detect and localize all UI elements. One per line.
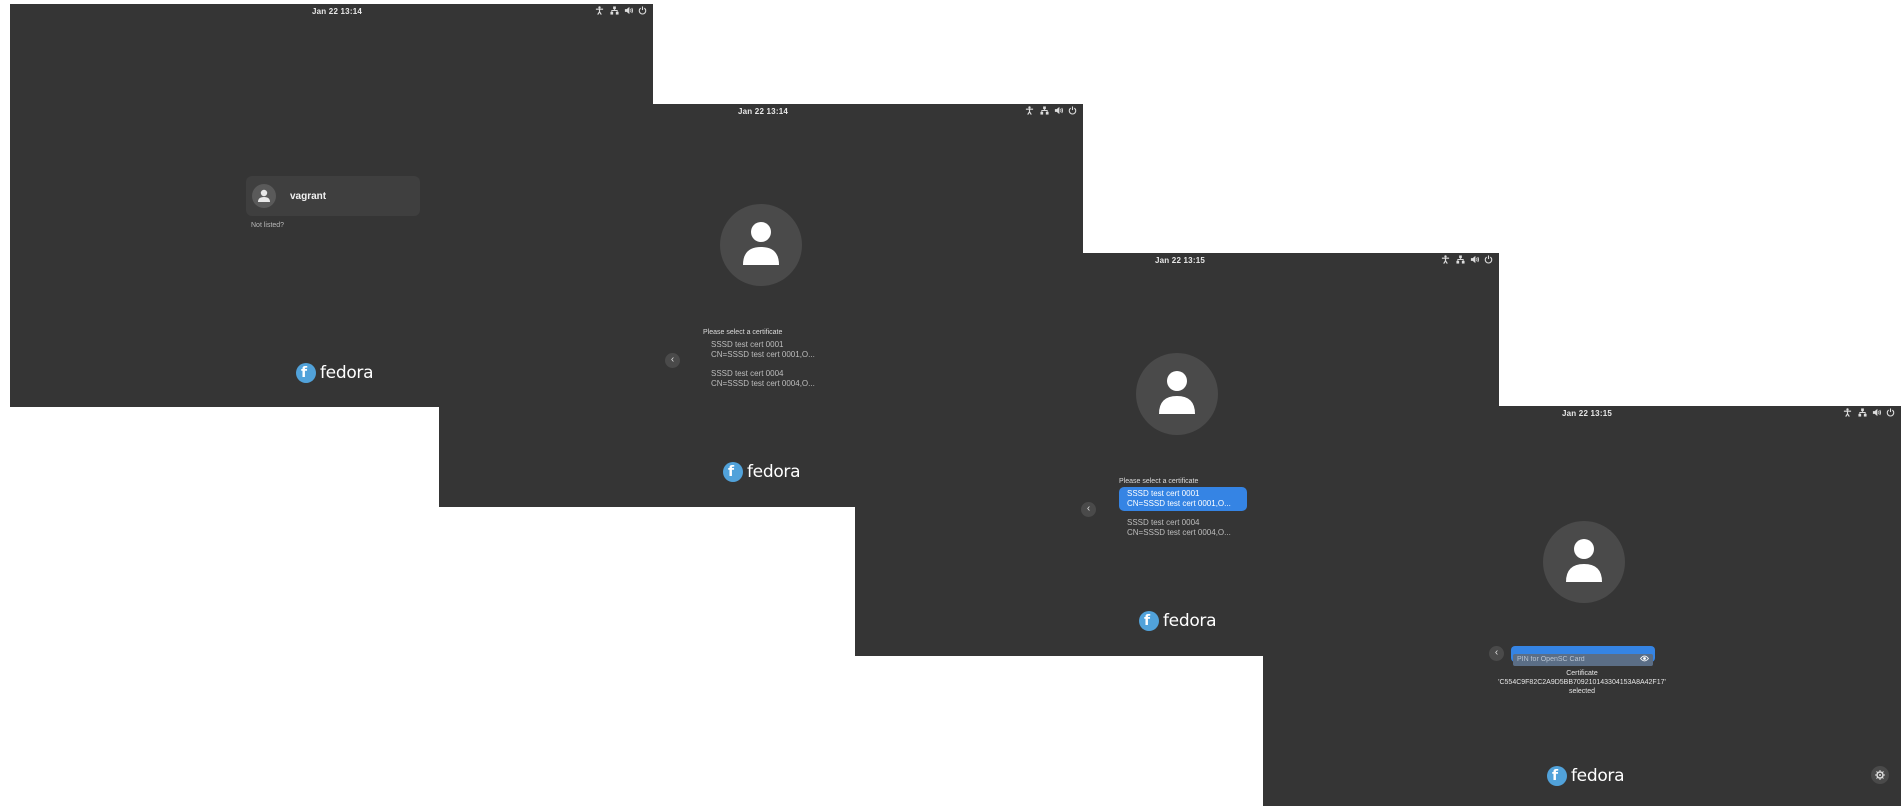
pin-input[interactable] — [1513, 653, 1653, 666]
system-tray[interactable] — [1441, 255, 1493, 264]
volume-icon[interactable] — [624, 6, 633, 15]
cert-selected-message: Certificate 'C554C9F82C2A9D5BB7092101433… — [1498, 670, 1666, 695]
fedora-logo-icon: f — [723, 462, 743, 482]
power-icon[interactable] — [1484, 255, 1493, 264]
power-icon[interactable] — [638, 6, 647, 15]
top-bar: Jan 22 13:14 — [10, 4, 653, 20]
login-screen-pin-entry: Jan 22 13:15 ‹ Certificate 'C554C9F82C2A… — [1263, 406, 1901, 806]
chevron-left-icon: ‹ — [670, 354, 675, 365]
accessibility-icon[interactable] — [595, 6, 604, 15]
clock[interactable]: Jan 22 13:15 — [1562, 409, 1612, 418]
power-icon[interactable] — [1068, 106, 1077, 115]
system-tray[interactable] — [595, 6, 647, 15]
user-icon — [258, 189, 270, 202]
cert-option[interactable]: SSSD test cert 0004 CN=SSSD test cert 00… — [703, 367, 831, 391]
fedora-logo: f fedora — [296, 363, 374, 383]
fedora-logo-icon: f — [296, 363, 316, 383]
accessibility-icon[interactable] — [1843, 408, 1852, 417]
power-icon[interactable] — [1886, 408, 1895, 417]
fedora-logo-icon: f — [1547, 766, 1567, 786]
top-bar: Jan 22 13:14 — [439, 104, 1083, 120]
cert-option[interactable]: SSSD test cert 0004 CN=SSSD test cert 00… — [1119, 516, 1247, 540]
top-bar: Jan 22 13:15 — [855, 253, 1499, 269]
eye-icon[interactable] — [1639, 649, 1650, 667]
fedora-logo-icon: f — [1139, 611, 1159, 631]
accessibility-icon[interactable] — [1441, 255, 1450, 264]
user-avatar — [720, 204, 802, 286]
user-avatar — [1136, 353, 1218, 435]
user-icon — [1566, 539, 1602, 582]
user-avatar — [252, 184, 276, 208]
chevron-left-icon: ‹ — [1494, 647, 1499, 658]
volume-icon[interactable] — [1054, 106, 1063, 115]
system-tray[interactable] — [1843, 408, 1895, 417]
volume-icon[interactable] — [1470, 255, 1479, 264]
user-icon — [743, 222, 779, 265]
clock[interactable]: Jan 22 13:14 — [738, 107, 788, 116]
user-name: vagrant — [290, 190, 327, 202]
back-button[interactable]: ‹ — [1081, 502, 1096, 517]
accessibility-icon[interactable] — [1025, 106, 1034, 115]
fedora-logo: f fedora — [723, 462, 801, 482]
clock[interactable]: Jan 22 13:15 — [1155, 256, 1205, 265]
session-settings-button[interactable] — [1871, 766, 1889, 784]
network-icon[interactable] — [1456, 255, 1465, 264]
gear-icon — [1875, 770, 1885, 780]
cert-prompt: Please select a certificate — [1119, 478, 1199, 485]
fedora-logo: f fedora — [1547, 766, 1625, 786]
user-icon — [1159, 371, 1195, 414]
back-button[interactable]: ‹ — [1489, 646, 1504, 661]
clock[interactable]: Jan 22 13:14 — [312, 7, 362, 16]
network-icon[interactable] — [1858, 408, 1867, 417]
top-bar: Jan 22 13:15 — [1263, 406, 1901, 422]
network-icon[interactable] — [1040, 106, 1049, 115]
cert-option-selected[interactable]: SSSD test cert 0001 CN=SSSD test cert 00… — [1119, 487, 1247, 511]
network-icon[interactable] — [610, 6, 619, 15]
fedora-logo: f fedora — [1139, 611, 1217, 631]
cert-prompt: Please select a certificate — [703, 329, 783, 336]
system-tray[interactable] — [1025, 106, 1077, 115]
volume-icon[interactable] — [1872, 408, 1881, 417]
not-listed-link[interactable]: Not listed? — [251, 222, 284, 229]
back-button[interactable]: ‹ — [665, 353, 680, 368]
cert-option[interactable]: SSSD test cert 0001 CN=SSSD test cert 00… — [703, 338, 831, 362]
user-avatar — [1543, 521, 1625, 603]
chevron-left-icon: ‹ — [1086, 503, 1091, 514]
user-list-item[interactable]: vagrant — [246, 176, 420, 216]
pin-field[interactable] — [1511, 646, 1655, 666]
